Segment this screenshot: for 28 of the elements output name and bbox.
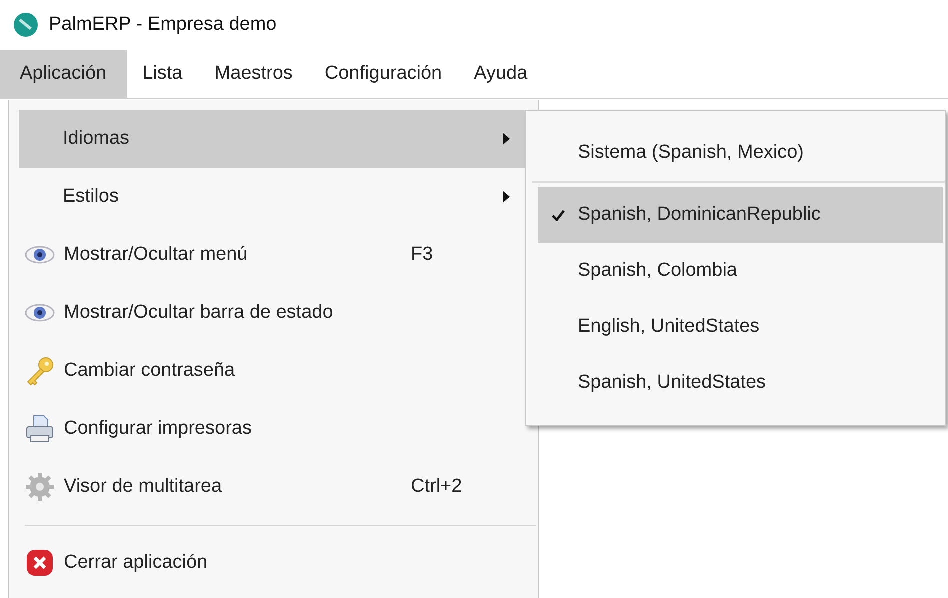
menu-bar-item[interactable]: Configuración: [308, 50, 458, 98]
menu-item[interactable]: English, UnitedStates: [538, 299, 943, 355]
menu-bar-item[interactable]: Aplicación: [0, 50, 127, 98]
menu-item[interactable]: Spanish, Colombia: [538, 243, 943, 299]
menu-item[interactable]: Mostrar/Ocultar barra de estado: [19, 284, 526, 342]
key-icon: [25, 356, 55, 386]
menu-bar-item[interactable]: Maestros: [198, 50, 309, 98]
eye-icon: [25, 245, 55, 265]
menu-item[interactable]: Spanish, UnitedStates: [538, 355, 943, 411]
menu-item[interactable]: Estilos: [19, 168, 526, 226]
window-title: PalmERP - Empresa demo: [49, 14, 277, 36]
menu-item[interactable]: Cerrar aplicación: [19, 534, 526, 592]
menu-bar-item[interactable]: Ayuda: [458, 50, 544, 98]
menu-item[interactable]: Mostrar/Ocultar menú F3: [19, 226, 526, 284]
menu-item[interactable]: Spanish, DominicanRepublic: [538, 187, 943, 243]
gear-icon: [25, 472, 55, 502]
menu-item[interactable]: Configurar impresoras: [19, 400, 526, 458]
printer-icon: [25, 414, 55, 444]
menu-item[interactable]: Cambiar contraseña: [19, 342, 526, 400]
submenu-arrow-icon: [503, 133, 510, 145]
eye-icon: [25, 303, 55, 323]
close-icon: [25, 549, 55, 577]
menu-item[interactable]: Idiomas: [19, 110, 526, 168]
menu-item[interactable]: Sistema (Spanish, Mexico): [538, 125, 943, 181]
submenu-arrow-icon: [503, 191, 510, 203]
app-logo-icon: [13, 12, 39, 38]
menu-bar-item[interactable]: Lista: [126, 50, 199, 98]
menu-item[interactable]: Visor de multitarea Ctrl+2: [19, 458, 526, 516]
